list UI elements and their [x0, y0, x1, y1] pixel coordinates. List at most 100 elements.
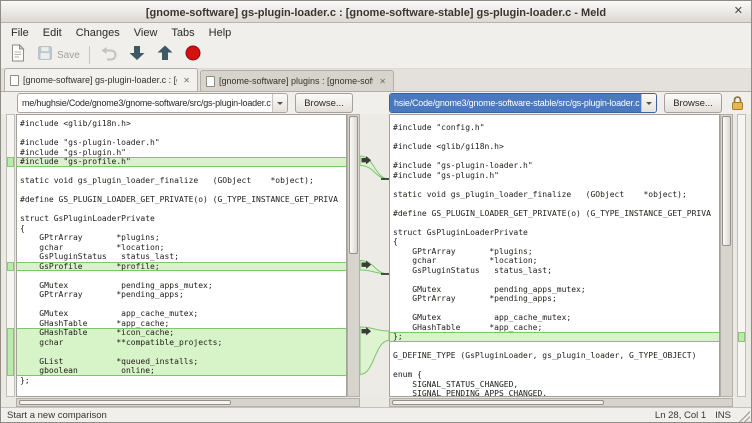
menu-edit[interactable]: Edit — [36, 25, 69, 41]
chevron-down-icon[interactable] — [272, 94, 287, 112]
undo-icon — [99, 43, 119, 68]
code-line — [390, 152, 719, 162]
input-mode: INS — [715, 410, 731, 421]
arrow-down-icon — [127, 43, 147, 68]
tab-label: [gnome-software] plugins : [gnome-soft — [219, 76, 373, 86]
tab-bar: [gnome-software] gs-plugin-loader.c : [g… — [1, 69, 751, 92]
window-title: [gnome-software] gs-plugin-loader.c : [g… — [146, 7, 606, 19]
file-icon — [10, 75, 19, 86]
code-line: G_DEFINE_TYPE (GsPluginLoader, gs_plugin… — [17, 395, 346, 398]
tab-1[interactable]: [gnome-software] plugins : [gnome-soft ✕ — [200, 70, 394, 91]
scrollbar-thumb[interactable] — [349, 116, 358, 254]
code-line: enum { — [390, 370, 719, 380]
cursor-position: Ln 28, Col 1 — [655, 410, 706, 421]
right-vertical-scrollbar[interactable] — [720, 114, 733, 397]
code-line: GPtrArray *plugins; — [17, 233, 346, 243]
code-line: struct GsPluginLoaderPrivate — [390, 228, 719, 238]
save-label: Save — [57, 50, 80, 61]
titlebar[interactable]: [gnome-software] gs-plugin-loader.c : [g… — [1, 1, 751, 23]
scrollbar-thumb[interactable] — [722, 116, 731, 246]
code-line: }; — [17, 376, 346, 386]
code-line: GList *queued_installs; — [17, 357, 346, 367]
code-line: gchar **compatible_projects; — [17, 338, 346, 348]
menu-file[interactable]: File — [4, 25, 36, 41]
diff-map-segment[interactable] — [7, 262, 14, 272]
left-browse-button[interactable]: Browse... — [295, 93, 353, 113]
left-vertical-scrollbar[interactable] — [347, 114, 360, 397]
code-line: GPtrArray *pending_apps; — [390, 294, 719, 304]
previous-change-button[interactable] — [152, 43, 178, 67]
right-diff-map[interactable] — [737, 114, 746, 397]
right-file-combo[interactable]: hsie/Code/gnome3/gnome-software-stable/s… — [389, 93, 657, 113]
code-line: GsProfile *profile; — [17, 262, 346, 272]
left-horizontal-scrollbar[interactable] — [16, 398, 360, 407]
code-line: #define GS_PLUGIN_LOADER_GET_PRIVATE(o) … — [17, 195, 346, 205]
code-line: static void gs_plugin_loader_finalize (G… — [390, 190, 719, 200]
code-line — [17, 271, 346, 281]
code-line: #include "config.h" — [390, 123, 719, 133]
scrollbar-thumb[interactable] — [392, 400, 604, 405]
menu-changes[interactable]: Changes — [69, 25, 127, 41]
right-horizontal-scrollbar[interactable] — [389, 398, 733, 407]
next-change-button[interactable] — [124, 43, 150, 67]
left-code-pane[interactable]: #include <glib/gi18n.h> #include "gs-plu… — [16, 114, 347, 397]
right-code-pane[interactable]: #include "config.h" #include <glib/gi18n… — [389, 114, 720, 397]
code-line: }; — [390, 332, 719, 342]
right-file-path: hsie/Code/gnome3/gnome-software-stable/s… — [390, 94, 641, 112]
code-line: static void gs_plugin_loader_finalize (G… — [17, 176, 346, 186]
scrollbar-thumb[interactable] — [19, 400, 231, 405]
chevron-down-icon[interactable] — [641, 94, 656, 112]
left-diff-map[interactable] — [6, 114, 15, 397]
code-line: #include "gs-plugin-loader.h" — [17, 138, 346, 148]
code-line: #define GS_PLUGIN_LOADER_GET_PRIVATE(o) … — [390, 209, 719, 219]
save-floppy-icon — [36, 44, 54, 67]
meld-window: [gnome-software] gs-plugin-loader.c : [g… — [0, 0, 752, 423]
diff-area: #include <glib/gi18n.h> #include "gs-plu… — [1, 114, 751, 407]
code-line — [390, 342, 719, 352]
code-line: { — [17, 224, 346, 234]
code-line — [390, 133, 719, 143]
stop-button[interactable] — [180, 43, 206, 67]
save-button[interactable]: Save — [33, 43, 83, 67]
code-line: #include "gs-plugin-loader.h" — [390, 161, 719, 171]
right-browse-button[interactable]: Browse... — [664, 93, 722, 113]
lock-icon[interactable] — [730, 95, 745, 116]
link-gutter — [360, 114, 389, 397]
window-close-button[interactable]: ✕ — [734, 1, 743, 22]
code-line: GPtrArray *plugins; — [390, 247, 719, 257]
diff-map-segment[interactable] — [7, 157, 14, 167]
code-line: GMutex app_cache_mutex; — [17, 309, 346, 319]
new-document-icon — [8, 43, 28, 68]
deleted-lines-marker — [381, 178, 389, 180]
status-bar: Start a new comparison Ln 28, Col 1 INS — [1, 407, 751, 423]
tab-close-icon[interactable]: ✕ — [377, 76, 388, 87]
code-line: GMutex app_cache_mutex; — [390, 313, 719, 323]
undo-button[interactable] — [96, 43, 122, 67]
code-line: gchar *location; — [17, 243, 346, 253]
code-line: GsPluginStatus status_last; — [17, 252, 346, 262]
code-line: G_DEFINE_TYPE (GsPluginLoader, gs_plugin… — [390, 351, 719, 361]
code-line — [17, 205, 346, 215]
code-line — [17, 129, 346, 139]
left-file-combo[interactable]: me/hughsie/Code/gnome3/gnome-software/sr… — [17, 93, 288, 113]
toolbar-separator — [89, 46, 90, 64]
menu-tabs[interactable]: Tabs — [164, 25, 201, 41]
code-line: { — [390, 237, 719, 247]
code-line — [390, 275, 719, 285]
menu-help[interactable]: Help — [202, 25, 239, 41]
toolbar: Save — [1, 42, 751, 69]
code-line: GHashTable *app_cache; — [390, 323, 719, 333]
diff-map-segment[interactable] — [7, 328, 14, 376]
code-line: #include "gs-plugin.h" — [390, 171, 719, 181]
tab-close-icon[interactable]: ✕ — [181, 75, 192, 86]
new-comparison-button[interactable] — [5, 43, 31, 67]
code-line — [390, 304, 719, 314]
menubar: FileEditChangesViewTabsHelp — [1, 23, 751, 42]
diff-map-segment[interactable] — [738, 332, 745, 342]
code-line: gchar *location; — [390, 256, 719, 266]
tab-0[interactable]: [gnome-software] gs-plugin-loader.c : [g… — [4, 68, 198, 91]
menu-view[interactable]: View — [127, 25, 165, 41]
diff-link-canvas — [360, 114, 389, 397]
code-line: GHashTable *app_cache; — [17, 319, 346, 329]
code-line: GPtrArray *pending_apps; — [17, 290, 346, 300]
